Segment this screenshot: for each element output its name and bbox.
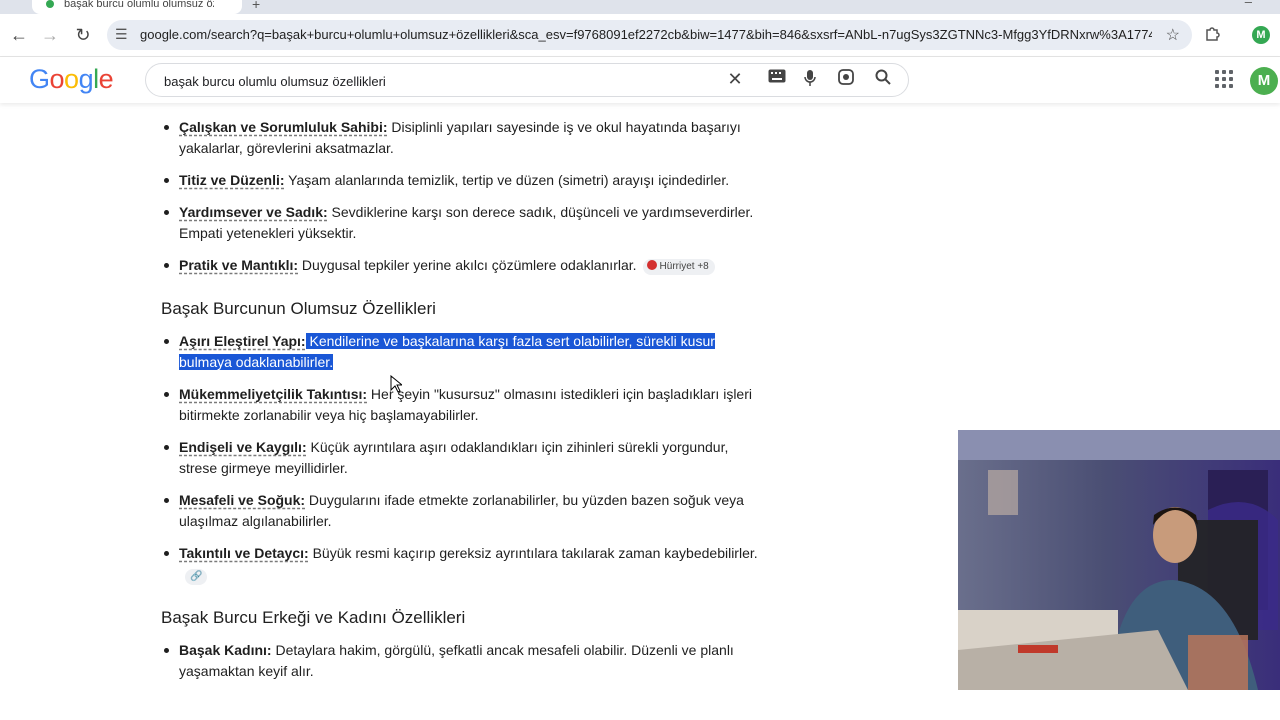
list-item: Mükemmeliyetçilik Takıntısı: Her şeyin "… [161, 384, 761, 426]
list-item: Pratik ve Mantıklı: Duygusal tepkiler ye… [161, 255, 761, 276]
mouse-cursor-icon [390, 374, 404, 398]
list-item: Takıntılı ve Detaycı: Büyük resmi kaçırı… [161, 543, 761, 585]
list-item: Mesafeli ve Soğuk: Duygularını ifade etm… [161, 490, 761, 532]
trait-title: Takıntılı ve Detaycı: [179, 545, 309, 561]
browser-tab[interactable]: başak burcu olumlu olumsuz özellikl [32, 0, 242, 14]
trait-title: Mesafeli ve Soğuk: [179, 492, 306, 508]
address-bar[interactable]: ☰ google.com/search?q=başak+burcu+olumlu… [107, 20, 1192, 50]
tab-title: başak burcu olumlu olumsuz özellikl [64, 0, 214, 10]
negative-traits-list: Aşırı Eleştirel Yapı: Kendilerine ve baş… [161, 331, 761, 585]
arrow-right-icon[interactable]: → [38, 23, 62, 47]
list-item: Yardımsever ve Sadık: Sevdiklerine karşı… [161, 202, 761, 244]
close-icon[interactable]: ✕ [724, 69, 746, 90]
ai-overview-content: Çalışkan ve Sorumluluk Sahibi: Disiplinl… [161, 104, 761, 682]
trait-title: Titiz ve Düzenli: [179, 172, 285, 188]
google-logo[interactable]: Google [29, 64, 114, 95]
profile-avatar[interactable]: M [1252, 26, 1270, 44]
browser-toolbar: ← → ↻ ☰ google.com/search?q=başak+burcu+… [0, 14, 1280, 57]
new-tab-icon[interactable]: + [252, 0, 260, 12]
tab-favicon-icon [46, 0, 54, 8]
trait-title: Çalışkan ve Sorumluluk Sahibi: [179, 119, 388, 135]
trait-title: Yardımsever ve Sadık: [179, 204, 328, 220]
list-item: Endişeli ve Kaygılı: Küçük ayrıntılara a… [161, 437, 761, 479]
list-item: Çalışkan ve Sorumluluk Sahibi: Disiplinl… [161, 117, 761, 159]
search-bar: ✕ [145, 63, 909, 97]
list-item: Aşırı Eleştirel Yapı: Kendilerine ve baş… [161, 331, 761, 373]
lens-icon[interactable] [835, 69, 857, 90]
arrow-left-icon[interactable]: ← [7, 23, 31, 47]
browser-tabstrip: başak burcu olumlu olumsuz özellikl + – [0, 0, 1280, 14]
list-item: Titiz ve Düzenli: Yaşam alanlarında temi… [161, 170, 761, 191]
webcam-video-image [958, 430, 1280, 690]
puzzle-icon[interactable] [1204, 24, 1222, 47]
search-input[interactable] [162, 70, 726, 92]
address-url[interactable]: google.com/search?q=başak+burcu+olumlu+o… [140, 27, 1152, 42]
webcam-overlay [958, 430, 1280, 690]
google-header: Google ✕ M [0, 57, 1280, 103]
account-avatar[interactable]: M [1250, 67, 1278, 95]
trait-text: Yaşam alanlarında temizlik, tertip ve dü… [284, 172, 730, 188]
list-item: Başak Kadını: Detaylara hakim, görgülü, … [161, 640, 761, 682]
negatives-heading: Başak Burcunun Olumsuz Özellikleri [161, 299, 436, 318]
trait-title: Pratik ve Mantıklı: [179, 257, 299, 273]
keyboard-icon[interactable] [766, 69, 788, 88]
hurriyet-logo-icon [646, 260, 657, 270]
apps-grid-icon[interactable] [1215, 70, 1233, 88]
tune-icon[interactable]: ☰ [115, 26, 128, 43]
star-icon[interactable]: ☆ [1166, 25, 1180, 45]
gender-heading: Başak Burcu Erkeği ve Kadını Özellikleri [161, 608, 466, 627]
trait-title: Mükemmeliyetçilik Takıntısı: [179, 386, 368, 402]
trait-text: Büyük resmi kaçırıp gereksiz ayrıntılara… [308, 545, 758, 561]
trait-title: Endişeli ve Kaygılı: [179, 439, 307, 455]
mic-icon[interactable] [799, 69, 821, 92]
trait-text: Duygusal tepkiler yerine akılcı çözümler… [298, 257, 637, 273]
positive-traits-list: Çalışkan ve Sorumluluk Sahibi: Disiplinl… [161, 117, 761, 276]
source-chip-label: Hürriyet +8 [659, 261, 709, 272]
trait-title: Başak Kadını: [179, 642, 272, 658]
window-minimize-icon[interactable]: – [1245, 0, 1252, 9]
search-icon[interactable] [872, 69, 894, 90]
gender-traits-list: Başak Kadını: Detaylara hakim, görgülü, … [161, 640, 761, 682]
trait-title: Aşırı Eleştirel Yapı: [179, 333, 306, 349]
source-chip[interactable]: Hürriyet +8 [642, 259, 715, 275]
link-icon[interactable]: 🔗 [185, 569, 208, 585]
reload-icon[interactable]: ↻ [71, 23, 95, 47]
